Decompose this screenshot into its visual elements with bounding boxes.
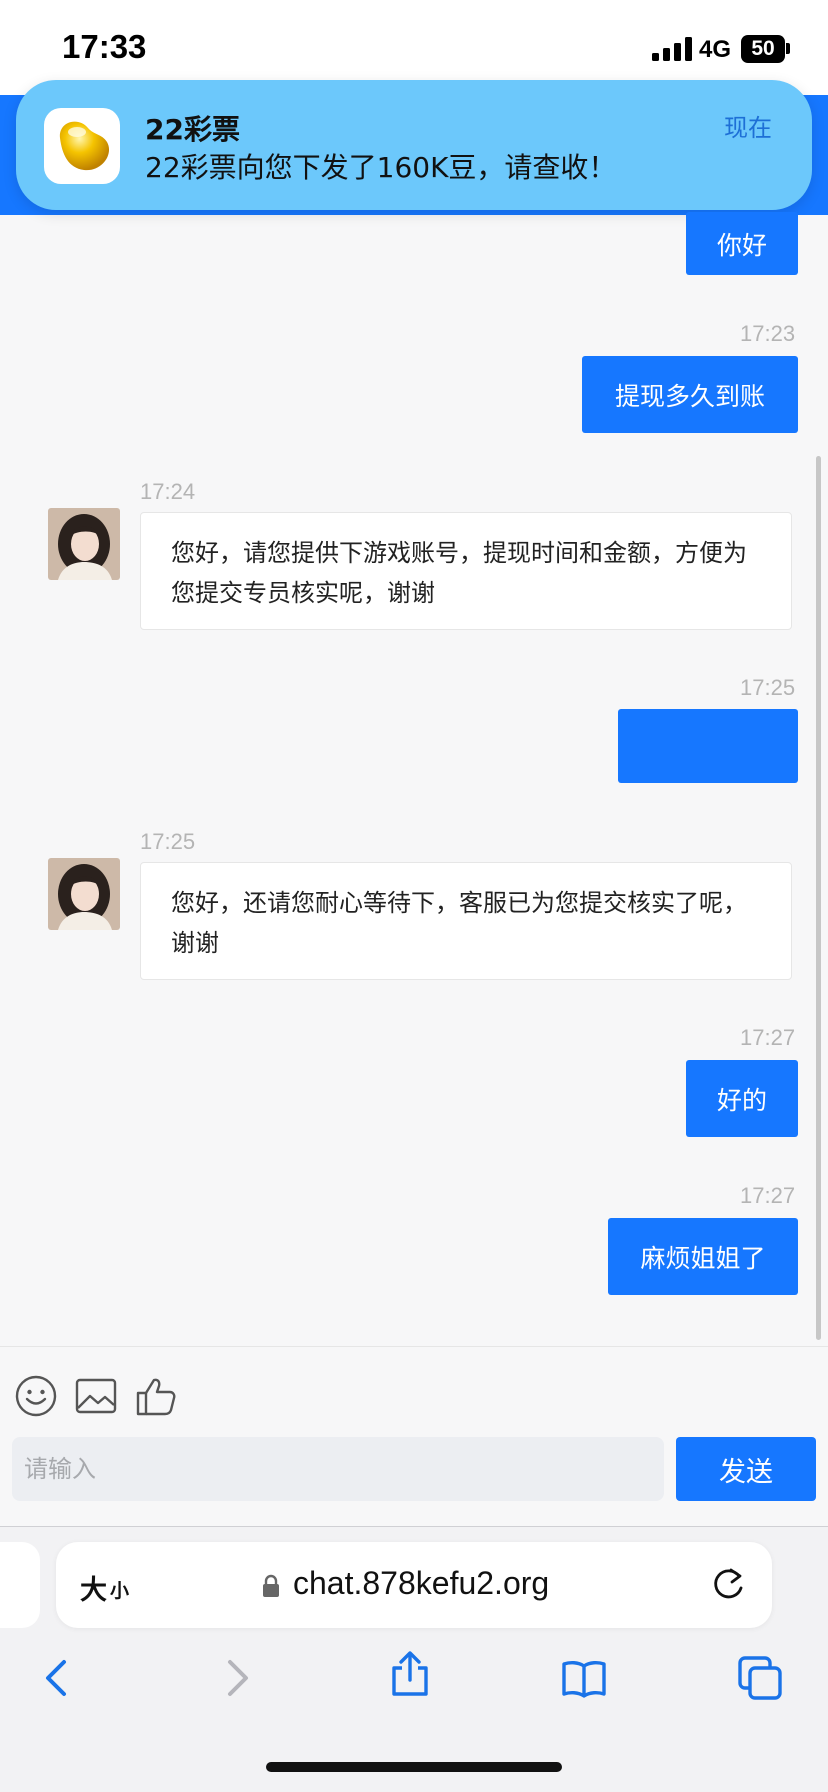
message-timestamp: 17:27 (740, 1025, 796, 1050)
chat-scrollbar[interactable] (816, 456, 821, 1340)
battery-icon: 50 (741, 35, 785, 63)
message-bubble-outgoing: 麻烦姐姐了 (608, 1218, 798, 1295)
message-bubble-outgoing: 好的 (686, 1060, 798, 1137)
text-size-button-small[interactable]: 小 (110, 1576, 129, 1603)
reload-icon[interactable] (710, 1566, 746, 1604)
back-icon[interactable] (34, 1654, 82, 1702)
thumbs-up-icon[interactable] (134, 1374, 178, 1418)
golden-bean-icon (44, 108, 120, 184)
network-label: 4G (699, 36, 732, 63)
composer-divider (0, 1346, 828, 1347)
notification-message: 22彩票向您下发了160K豆，请查收！ (145, 151, 617, 184)
url-text[interactable]: chat.878kefu2.org (293, 1565, 549, 1602)
agent-avatar (48, 858, 120, 930)
message-timestamp: 17:24 (140, 479, 196, 504)
message-bubble-incoming: 您好，还请您耐心等待下，客服已为您提交核实了呢，谢谢 (140, 862, 792, 980)
home-indicator[interactable] (266, 1762, 562, 1772)
message-timestamp: 17:27 (740, 1183, 796, 1208)
send-button[interactable]: 发送 (676, 1437, 816, 1501)
notification-banner[interactable] (16, 80, 812, 210)
lock-icon (263, 1574, 279, 1597)
forward-icon[interactable] (212, 1654, 260, 1702)
message-bubble-outgoing: 提现多久到账 (582, 356, 798, 433)
emoji-icon[interactable] (14, 1374, 58, 1418)
message-bubble-outgoing: 你好 (686, 212, 798, 275)
agent-avatar (48, 508, 120, 580)
message-bubble-incoming: 您好，请您提供下游戏账号，提现时间和金额，方便为您提交专员核实呢，谢谢 (140, 512, 792, 630)
message-input[interactable] (12, 1437, 664, 1501)
share-icon[interactable] (386, 1650, 434, 1698)
status-time: 17:33 (62, 28, 147, 65)
message-timestamp: 17:25 (140, 829, 196, 854)
previous-tab-card[interactable] (0, 1542, 40, 1628)
cell-signal-icon (652, 37, 692, 61)
bookmarks-icon[interactable] (560, 1654, 608, 1702)
notification-time: 现在 (724, 114, 772, 142)
notification-app-name: 22彩票 (145, 113, 240, 146)
image-icon[interactable] (74, 1374, 118, 1418)
message-timestamp: 17:23 (740, 321, 796, 346)
battery-tip (786, 43, 790, 54)
message-bubble-outgoing (618, 709, 798, 783)
tabs-icon[interactable] (736, 1654, 784, 1702)
message-timestamp: 17:25 (740, 675, 796, 700)
text-size-button[interactable]: 大 (80, 1568, 107, 1607)
